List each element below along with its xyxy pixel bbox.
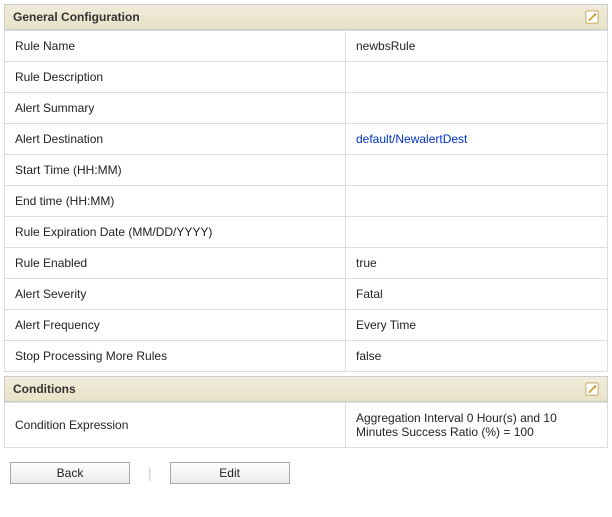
general-config-header: General Configuration <box>4 4 608 30</box>
row-value[interactable]: default/NewalertDest <box>346 124 608 155</box>
row-label: Alert Summary <box>5 93 346 124</box>
alert-destination-link[interactable]: default/NewalertDest <box>356 132 467 146</box>
general-config-table: Rule NamenewbsRuleRule DescriptionAlert … <box>4 30 608 372</box>
edit-icon[interactable] <box>585 10 599 24</box>
general-config-title: General Configuration <box>13 10 140 24</box>
table-row: Alert SeverityFatal <box>5 279 608 310</box>
conditions-table: Condition ExpressionAggregation Interval… <box>4 402 608 448</box>
row-value <box>346 155 608 186</box>
table-row: Rule NamenewbsRule <box>5 31 608 62</box>
table-row: Alert FrequencyEvery Time <box>5 310 608 341</box>
table-row: Condition ExpressionAggregation Interval… <box>5 403 608 448</box>
conditions-title: Conditions <box>13 382 76 396</box>
row-label: End time (HH:MM) <box>5 186 346 217</box>
row-label: Rule Expiration Date (MM/DD/YYYY) <box>5 217 346 248</box>
row-label: Alert Severity <box>5 279 346 310</box>
row-value: newbsRule <box>346 31 608 62</box>
row-label: Rule Enabled <box>5 248 346 279</box>
table-row: Rule Description <box>5 62 608 93</box>
row-value: true <box>346 248 608 279</box>
row-value <box>346 186 608 217</box>
row-value: false <box>346 341 608 372</box>
row-label: Alert Destination <box>5 124 346 155</box>
row-value: Aggregation Interval 0 Hour(s) and 10 Mi… <box>346 403 608 448</box>
edit-button[interactable]: Edit <box>170 462 290 484</box>
row-value <box>346 93 608 124</box>
edit-icon[interactable] <box>585 382 599 396</box>
table-row: Stop Processing More Rulesfalse <box>5 341 608 372</box>
table-row: Rule Expiration Date (MM/DD/YYYY) <box>5 217 608 248</box>
row-label: Rule Name <box>5 31 346 62</box>
row-label: Alert Frequency <box>5 310 346 341</box>
row-value <box>346 217 608 248</box>
row-label: Condition Expression <box>5 403 346 448</box>
back-button[interactable]: Back <box>10 462 130 484</box>
table-row: Rule Enabledtrue <box>5 248 608 279</box>
row-label: Stop Processing More Rules <box>5 341 346 372</box>
conditions-header: Conditions <box>4 376 608 402</box>
row-label: Rule Description <box>5 62 346 93</box>
table-row: Alert Destination default/NewalertDest <box>5 124 608 155</box>
row-value: Every Time <box>346 310 608 341</box>
button-bar: Back | Edit <box>4 462 608 484</box>
table-row: End time (HH:MM) <box>5 186 608 217</box>
row-value <box>346 62 608 93</box>
row-label: Start Time (HH:MM) <box>5 155 346 186</box>
button-separator: | <box>148 465 152 481</box>
row-value: Fatal <box>346 279 608 310</box>
table-row: Start Time (HH:MM) <box>5 155 608 186</box>
table-row: Alert Summary <box>5 93 608 124</box>
